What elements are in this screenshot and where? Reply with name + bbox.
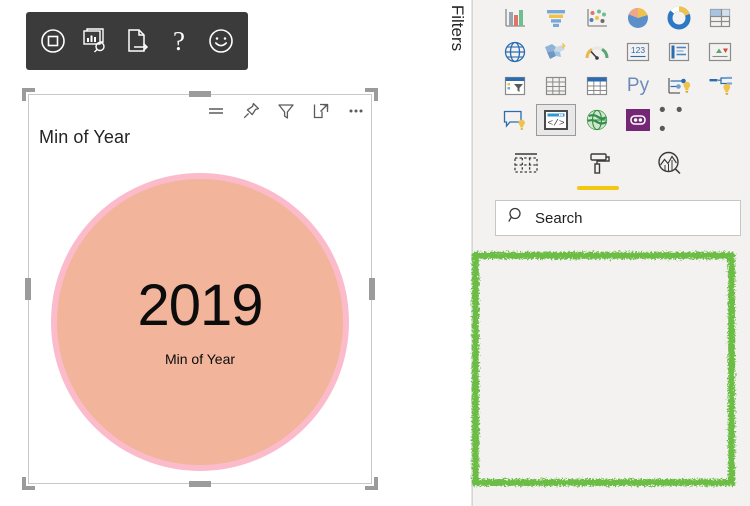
- tab-format[interactable]: [575, 147, 621, 191]
- help-question-mark: ?: [173, 25, 185, 56]
- search-input[interactable]: Search: [495, 200, 741, 236]
- kpi-icon[interactable]: [700, 36, 740, 68]
- more-visuals-label: • • •: [659, 100, 686, 140]
- map-icon[interactable]: [495, 36, 535, 68]
- feedback-smiley-icon[interactable]: [204, 24, 238, 58]
- stacked-bar-chart-icon[interactable]: [495, 2, 535, 34]
- pane-tab-bar[interactable]: [495, 146, 743, 192]
- gauge-icon[interactable]: [577, 36, 617, 68]
- resize-handle-top[interactable]: [189, 91, 211, 97]
- smart-narrative-icon[interactable]: [495, 104, 535, 136]
- tab-format-selected-underline: [577, 186, 619, 190]
- visual-title: Min of Year: [39, 127, 131, 147]
- search-input-value: Search: [535, 209, 583, 227]
- table-view-icon[interactable]: [205, 100, 227, 122]
- search-icon: [508, 207, 525, 229]
- table-icon[interactable]: [536, 70, 576, 102]
- donut-chart-icon[interactable]: [659, 2, 699, 34]
- resize-handle-bottom[interactable]: [189, 481, 211, 487]
- resize-handle-bottom-right[interactable]: [365, 477, 378, 490]
- focus-mode-icon[interactable]: [310, 100, 332, 122]
- tab-analytics[interactable]: [647, 147, 693, 191]
- filled-map-icon[interactable]: [536, 36, 576, 68]
- visualizations-pane[interactable]: 123 Py </> • • • Search: [472, 0, 750, 506]
- screen-recorder-toolbar[interactable]: ?: [26, 12, 248, 70]
- visual-frame[interactable]: Min of Year 2019 Min of Year: [28, 94, 372, 484]
- treemap-icon[interactable]: [700, 2, 740, 34]
- custom-code-visual-icon[interactable]: </>: [536, 104, 576, 136]
- circle-value-text: 2019: [137, 273, 263, 338]
- resize-handle-bottom-left[interactable]: [22, 477, 35, 490]
- tab-fields[interactable]: [503, 147, 549, 191]
- python-visual-icon[interactable]: Py: [618, 70, 658, 102]
- powerapps-visual-icon[interactable]: [618, 104, 658, 136]
- circle-shape[interactable]: 2019 Min of Year: [51, 173, 349, 471]
- pie-chart-icon[interactable]: [618, 2, 658, 34]
- key-influencers-icon[interactable]: [659, 70, 699, 102]
- pin-icon[interactable]: [240, 100, 262, 122]
- scatter-chart-icon[interactable]: [577, 2, 617, 34]
- card-icon[interactable]: 123: [618, 36, 658, 68]
- slicer-icon[interactable]: [495, 70, 535, 102]
- selected-visual-container[interactable]: Min of Year 2019 Min of Year: [22, 88, 378, 490]
- visual-type-gallery[interactable]: 123 Py </> • • •: [495, 2, 743, 140]
- matrix-icon[interactable]: [577, 70, 617, 102]
- filters-pane-label-text: Filters: [448, 4, 467, 52]
- svg-text:123: 123: [631, 45, 645, 55]
- filters-pane-collapsed[interactable]: Filters: [443, 0, 472, 506]
- filter-icon[interactable]: [275, 100, 297, 122]
- filters-pane-label: Filters: [443, 0, 471, 70]
- export-page-icon[interactable]: [120, 24, 154, 58]
- circle-label-text: Min of Year: [164, 351, 236, 367]
- resize-handle-top-left[interactable]: [22, 88, 35, 101]
- help-icon[interactable]: ?: [162, 24, 196, 58]
- capture-region-icon[interactable]: [78, 24, 112, 58]
- python-visual-label: Py: [626, 75, 650, 96]
- resize-handle-top-right[interactable]: [365, 88, 378, 101]
- resize-handle-right[interactable]: [369, 278, 375, 300]
- svg-text:</>: </>: [547, 118, 564, 129]
- more-visuals-icon[interactable]: • • •: [659, 100, 699, 140]
- arcgis-map-icon[interactable]: [577, 104, 617, 136]
- more-options-icon[interactable]: [345, 100, 367, 122]
- record-stop-icon[interactable]: [36, 24, 70, 58]
- resize-handle-left[interactable]: [25, 278, 31, 300]
- multi-row-card-icon[interactable]: [659, 36, 699, 68]
- decomposition-tree-icon[interactable]: [700, 70, 740, 102]
- visual-header-toolbar[interactable]: [205, 98, 367, 124]
- funnel-chart-icon[interactable]: [536, 2, 576, 34]
